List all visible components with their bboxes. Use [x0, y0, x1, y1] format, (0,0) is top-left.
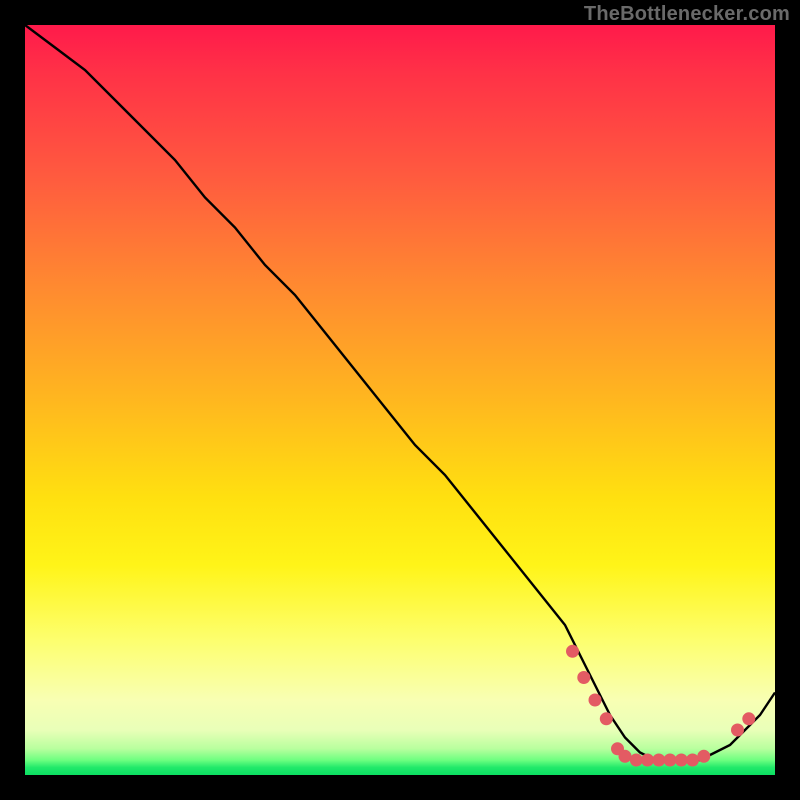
plot-area — [25, 25, 775, 775]
watermark-text: TheBottlenecker.com — [584, 3, 790, 26]
chart-frame: TheBottlenecker.com — [0, 0, 800, 800]
